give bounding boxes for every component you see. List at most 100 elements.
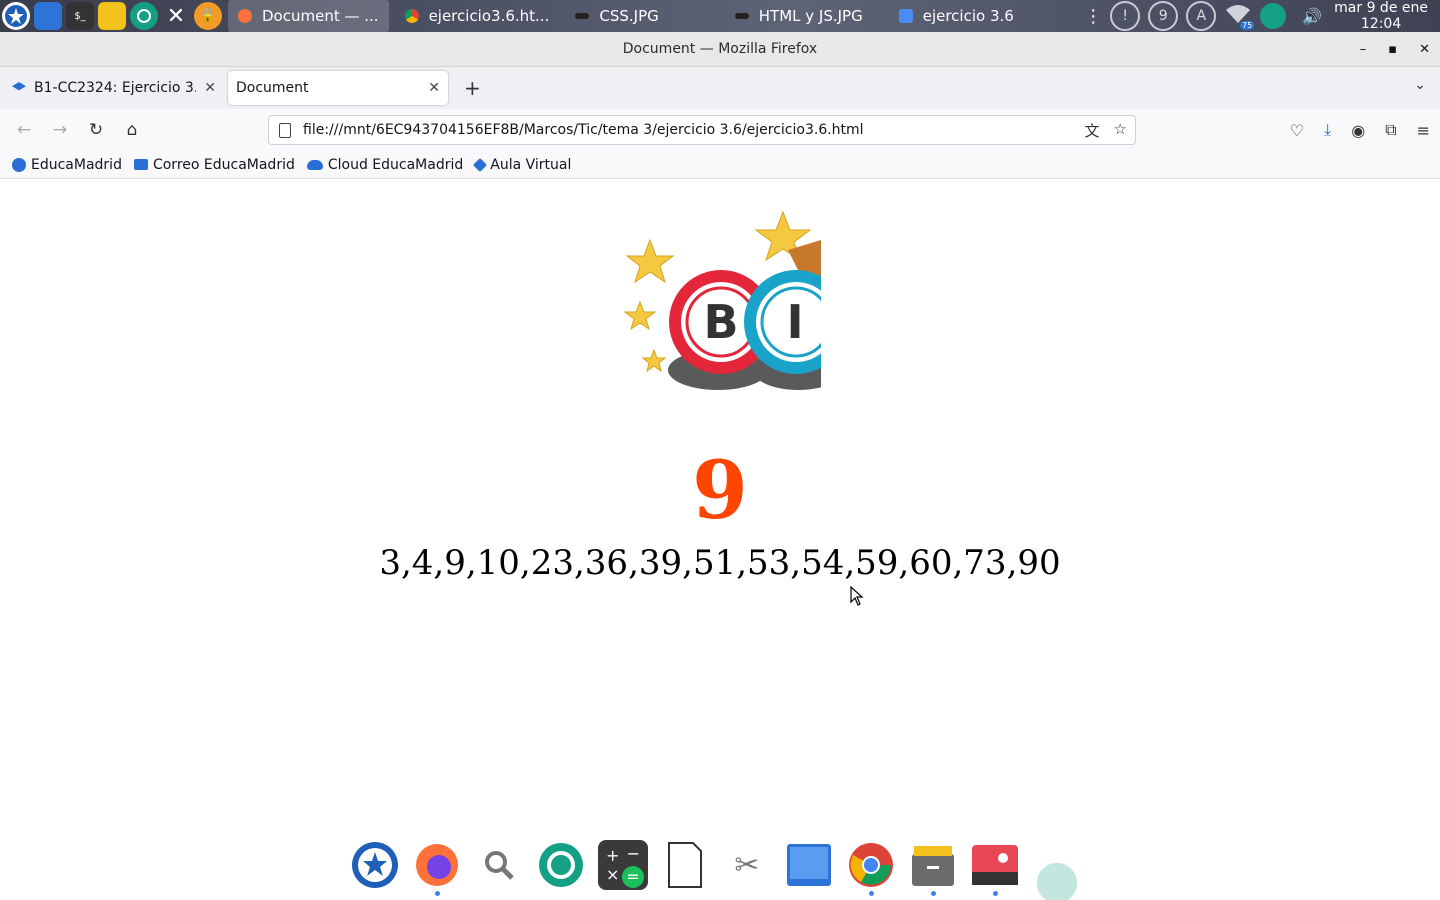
back-arrow-icon[interactable]: ←	[6, 120, 42, 140]
task-firefox-document[interactable]: Document — ...	[228, 0, 389, 32]
wifi-level: 75	[1240, 21, 1255, 30]
bookmark-educamadrid[interactable]: EducaMadrid	[12, 157, 122, 173]
task-css-jpg[interactable]: CSS.JPG	[565, 0, 668, 32]
more-options-icon[interactable]: ⋮	[1084, 6, 1102, 27]
running-indicator	[931, 891, 936, 896]
clock[interactable]: mar 9 de ene 12:04	[1334, 0, 1428, 32]
tab-moodle-exercise[interactable]: B1-CC2324: Ejercicio 3.6. ✕	[4, 71, 224, 105]
star-icon	[641, 348, 667, 373]
url-actions: 文 ☆	[1085, 120, 1127, 141]
task-chrome[interactable]: ejercicio3.6.ht...	[395, 0, 560, 32]
toolbar-right: ♡ ⤓ ◉ ⧉ ≡	[1290, 109, 1430, 151]
tab-label: Document	[236, 80, 309, 96]
close-tab-icon[interactable]: ✕	[428, 80, 440, 96]
dock-archive[interactable]	[908, 840, 958, 896]
chrome-icon	[404, 9, 419, 23]
svg-text:I: I	[786, 295, 803, 349]
folder-icon	[898, 9, 913, 23]
image-viewer-icon	[575, 13, 590, 19]
system-tray: ⋮ ! 9 A 75 🔊 mar 9 de ene 12:04	[1084, 0, 1440, 32]
cloud-icon	[306, 159, 323, 170]
minimize-button[interactable]: –	[1360, 42, 1367, 57]
window-titlebar[interactable]: Document — Mozilla Firefox – ▪ ✕	[0, 32, 1440, 67]
list-all-tabs-icon[interactable]: ⌄	[1414, 77, 1426, 93]
running-indicator	[993, 891, 998, 896]
notes-icon[interactable]	[98, 2, 126, 30]
dock-screenshot-faded[interactable]	[1032, 858, 1082, 900]
tab-bar: B1-CC2324: Ejercicio 3.6. ✕ Document ✕ +…	[0, 67, 1440, 109]
dock-firefox[interactable]	[412, 840, 462, 896]
badge-nine[interactable]: 9	[1148, 1, 1179, 31]
translate-icon[interactable]: 文	[1085, 120, 1100, 141]
reload-icon[interactable]: ↻	[78, 120, 114, 140]
task-label: CSS.JPG	[599, 7, 659, 25]
downloads-icon[interactable]: ⤓	[1324, 120, 1331, 140]
bookmark-label: Aula Virtual	[490, 156, 572, 173]
clock-time: 12:04	[1360, 16, 1402, 32]
badge-a[interactable]: A	[1186, 1, 1217, 31]
task-label: HTML y JS.JPG	[758, 7, 863, 25]
dock-calculator[interactable]: + − × =	[598, 840, 648, 890]
volume-icon[interactable]: 🔊	[1302, 7, 1322, 26]
dock-chrome[interactable]	[846, 840, 896, 896]
screenshot-icon[interactable]	[130, 2, 158, 30]
task-label: ejercicio3.6.ht...	[428, 7, 550, 25]
dock: + − × = ✂	[350, 836, 1082, 900]
bookmark-label: Cloud EducaMadrid	[327, 156, 464, 173]
maximize-button[interactable]: ▪	[1388, 42, 1397, 57]
url-bar[interactable]: file:///mnt/6EC943704156EF8B/Marcos/Tic/…	[268, 115, 1136, 145]
svg-text:B: B	[703, 295, 738, 349]
extensions-icon[interactable]: ⧉	[1385, 120, 1396, 140]
panel-launchers: $_ ✕ 🔒	[0, 2, 222, 30]
bookmark-star-icon[interactable]: ☆	[1114, 120, 1127, 141]
dock-scissors[interactable]: ✂	[722, 840, 772, 890]
dock-screenshot[interactable]	[536, 840, 586, 890]
dock-image-viewer[interactable]	[970, 840, 1020, 896]
bingo-logo: B I	[618, 210, 821, 390]
tab-document[interactable]: Document ✕	[228, 71, 448, 105]
bookmark-label: Correo EducaMadrid	[152, 156, 295, 173]
show-desktop-icon[interactable]	[34, 2, 62, 30]
dock-desktop[interactable]	[784, 840, 834, 890]
bookmarks-toolbar: EducaMadrid Correo EducaMadrid Cloud Edu…	[0, 151, 1440, 179]
wifi-icon[interactable]: 75	[1224, 2, 1255, 30]
tab-label: B1-CC2324: Ejercicio 3.6.	[34, 80, 197, 96]
dock-search[interactable]	[474, 840, 524, 890]
window-title: Document — Mozilla Firefox	[622, 41, 818, 57]
page-content: B I 9 3,4,9,10,23,36,39,51,53,54,59,60,7…	[0, 180, 1440, 900]
close-x-icon[interactable]: ✕	[162, 2, 190, 30]
pocket-icon[interactable]: ♡	[1290, 121, 1304, 140]
account-icon[interactable]: ◉	[1351, 121, 1365, 140]
lock-icon[interactable]: 🔒	[194, 2, 222, 30]
menu-hamburger-icon[interactable]: ≡	[1417, 121, 1430, 140]
bookmark-correo[interactable]: Correo EducaMadrid	[133, 156, 295, 173]
page-icon	[279, 122, 291, 138]
app-menu-icon[interactable]	[2, 2, 30, 30]
bookmark-cloud[interactable]: Cloud EducaMadrid	[306, 156, 464, 173]
graduation-cap-icon	[12, 82, 26, 91]
new-tab-button[interactable]: +	[464, 76, 481, 100]
task-html-js-jpg[interactable]: HTML y JS.JPG	[725, 0, 873, 32]
url-text[interactable]: file:///mnt/6EC943704156EF8B/Marcos/Tic/…	[303, 122, 864, 138]
alert-badge-icon[interactable]: !	[1110, 1, 1141, 31]
image-viewer-icon	[734, 13, 749, 19]
home-icon[interactable]: ⌂	[114, 120, 150, 140]
mail-icon	[133, 159, 148, 170]
star-icon	[625, 238, 675, 284]
terminal-icon[interactable]: $_	[66, 2, 94, 30]
forward-arrow-icon[interactable]: →	[42, 120, 78, 140]
dock-text-editor[interactable]	[660, 840, 710, 890]
task-folder[interactable]: ejercicio 3.6	[889, 0, 1024, 32]
bookmark-aula-virtual[interactable]: Aula Virtual	[473, 156, 572, 173]
star-icon	[623, 300, 657, 331]
vpn-icon[interactable]	[1260, 3, 1287, 29]
nav-buttons: ← → ↻ ⌂	[6, 120, 150, 140]
dock-app-menu[interactable]	[350, 840, 400, 890]
running-indicator	[869, 891, 874, 896]
educamadrid-icon	[12, 157, 26, 172]
firefox-icon	[238, 9, 252, 23]
window-controls: – ▪ ✕	[1360, 32, 1430, 67]
close-window-button[interactable]: ✕	[1419, 42, 1430, 57]
close-tab-icon[interactable]: ✕	[204, 80, 216, 96]
current-drawn-number: 9	[692, 443, 748, 537]
